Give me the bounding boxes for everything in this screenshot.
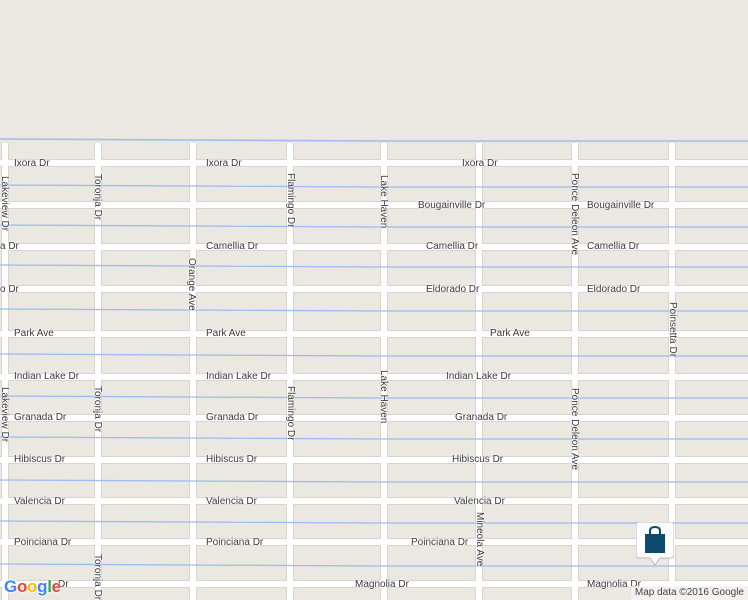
label-bougainville-dr: Bougainville Dr (418, 200, 486, 211)
map-attribution: Map data ©2016 Google (630, 586, 748, 600)
label-granada-dr: Granada Dr (206, 412, 259, 423)
label-indian-lake-dr: Indian Lake Dr (446, 371, 512, 382)
label-hibiscus-dr: Hibiscus Dr (14, 454, 66, 465)
label-toronja-dr: Toronja Dr (92, 554, 103, 600)
label-ixora-dr: Ixora Dr (462, 158, 498, 169)
label-orange-ave: Orange Ave (186, 258, 197, 311)
label-poinciana-dr: Poinciana Dr (14, 537, 72, 548)
canal-line (0, 184, 748, 188)
label-granada-dr: Granada Dr (14, 412, 67, 423)
label-toronja-dr: Toronja Dr (92, 386, 103, 433)
label-eldorado-dr: o Dr (0, 284, 19, 295)
canal-line (0, 436, 748, 440)
label-lake-haven: Lake Haven (378, 175, 389, 229)
label-indian-lake-dr: Indian Lake Dr (14, 371, 80, 382)
label-camellia-dr: a Dr (0, 241, 19, 252)
label-lakeview-dr: Lakeview Dr (0, 176, 10, 232)
shopping-bag-icon (636, 522, 674, 566)
label-camellia-dr: Camellia Dr (587, 241, 640, 252)
label-hibiscus-dr: Hibiscus Dr (206, 454, 258, 465)
label-ixora-dr: Ixora Dr (206, 158, 242, 169)
canal-line (0, 224, 748, 228)
label-toronja-dr: Toronja Dr (92, 174, 103, 221)
map-roads (0, 138, 748, 600)
canal-line (0, 308, 748, 312)
label-camellia-dr: Camellia Dr (426, 241, 479, 252)
label-ponce-deleon-ave: Ponce Deleon Ave (569, 173, 580, 256)
label-mineola-ave: Mineola Ave (474, 512, 485, 567)
google-logo[interactable]: Google (4, 577, 61, 597)
label-valencia-dr: Valencia Dr (14, 496, 65, 507)
label-flamingo-dr: Flamingo Dr (285, 386, 296, 441)
label-lake-haven: Lake Haven (378, 370, 389, 424)
label-park-ave: Park Ave (206, 328, 246, 339)
label-valencia-dr: Valencia Dr (206, 496, 257, 507)
label-bougainville-dr: Bougainville Dr (587, 200, 655, 211)
label-eldorado-dr: Eldorado Dr (587, 284, 641, 295)
location-marker[interactable] (636, 522, 674, 566)
label-park-ave: Park Ave (490, 328, 530, 339)
label-park-ave: Park Ave (14, 328, 54, 339)
canal-line (0, 479, 748, 483)
label-granada-dr: Granada Dr (455, 412, 508, 423)
label-poinsetta-dr: Poinsetta Dr (667, 302, 678, 358)
canal-line (0, 264, 748, 268)
canal-line (0, 353, 748, 357)
label-valencia-dr: Valencia Dr (454, 496, 505, 507)
label-ponce-deleon-ave: Ponce Deleon Ave (569, 388, 580, 471)
label-poinciana-dr: Poinciana Dr (411, 537, 469, 548)
map[interactable]: Ixora Dr Ixora Dr Ixora Dr Bougainville … (0, 0, 748, 600)
label-hibiscus-dr: Hibiscus Dr (452, 454, 504, 465)
canal-line (0, 138, 748, 142)
label-camellia-dr: Camellia Dr (206, 241, 259, 252)
label-flamingo-dr: Flamingo Dr (285, 173, 296, 228)
label-ixora-dr: Ixora Dr (14, 158, 50, 169)
label-magnolia-dr: Magnolia Dr (355, 579, 409, 590)
canal-line (0, 395, 748, 399)
label-indian-lake-dr: Indian Lake Dr (206, 371, 272, 382)
label-poinciana-dr: Poinciana Dr (206, 537, 264, 548)
label-lakeview-dr: Lakeview Dr (0, 387, 10, 443)
label-eldorado-dr: Eldorado Dr (426, 284, 480, 295)
